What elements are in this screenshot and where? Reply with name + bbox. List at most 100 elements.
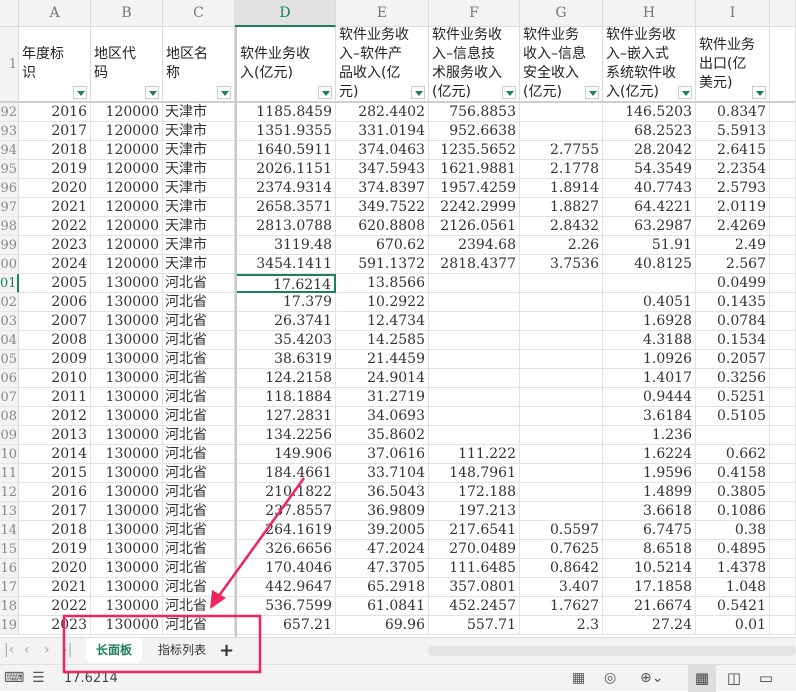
table-cell[interactable] (520, 122, 603, 141)
table-cell[interactable]: 69.96 (336, 616, 429, 635)
table-cell[interactable] (520, 464, 603, 483)
table-cell[interactable] (770, 350, 796, 369)
column-header-empty[interactable] (770, 0, 796, 27)
page-layout-view-button[interactable]: ◫ (720, 665, 748, 692)
column-header-B[interactable]: B (91, 0, 163, 27)
table-cell[interactable]: 5.5913 (696, 122, 770, 141)
table-cell[interactable]: 0.4158 (696, 464, 770, 483)
table-cell[interactable]: 0.01 (696, 616, 770, 635)
row-number[interactable]: 97 (0, 198, 19, 217)
row-number[interactable]: 96 (0, 179, 19, 198)
column-header-H[interactable]: H (603, 0, 696, 27)
table-cell[interactable]: 2.49 (696, 236, 770, 255)
table-cell[interactable]: 河北省 (163, 559, 235, 578)
table-cell[interactable]: 130000 (91, 331, 163, 350)
table-cell[interactable]: 27.24 (603, 616, 696, 635)
header-cell[interactable]: 软件业务收入–嵌入式系统软件收入(亿元) (603, 27, 696, 103)
table-cell[interactable]: 1235.5652 (429, 141, 520, 160)
table-cell[interactable]: 河北省 (163, 331, 235, 350)
table-cell[interactable]: 1957.4259 (429, 179, 520, 198)
table-cell[interactable]: 130000 (91, 426, 163, 445)
table-cell[interactable]: 2016 (19, 483, 91, 502)
table-cell[interactable] (429, 350, 520, 369)
filter-dropdown-icon[interactable] (145, 86, 159, 99)
table-cell[interactable]: 591.1372 (336, 255, 429, 274)
add-sheet-button[interactable]: + (219, 640, 234, 661)
row-number[interactable]: 12 (0, 483, 19, 502)
table-cell[interactable]: 120000 (91, 255, 163, 274)
table-cell[interactable]: 33.7104 (336, 464, 429, 483)
table-cell[interactable] (770, 103, 796, 122)
table-cell[interactable]: 天津市 (163, 103, 235, 122)
table-cell[interactable]: 35.8602 (336, 426, 429, 445)
table-cell[interactable]: 39.2005 (336, 521, 429, 540)
spreadsheet-grid[interactable]: A B C D E F G H I 1 年度标识 地区代码 地区名称 软件业务收入(亿元) 软件业务收入–软… (0, 0, 796, 637)
table-cell[interactable]: 536.7599 (235, 597, 336, 616)
last-sheet-icon[interactable]: ›| (62, 642, 72, 658)
table-cell[interactable] (520, 274, 603, 293)
row-number[interactable]: 1 (0, 27, 19, 103)
table-cell[interactable]: 河北省 (163, 274, 235, 293)
row-number[interactable]: 10 (0, 445, 19, 464)
table-cell[interactable]: 0.8642 (520, 559, 603, 578)
table-cell[interactable]: 2.8432 (520, 217, 603, 236)
row-number[interactable]: 17 (0, 578, 19, 597)
table-cell[interactable]: 2020 (19, 559, 91, 578)
table-cell[interactable]: 1640.5911 (235, 141, 336, 160)
table-cell[interactable]: 120000 (91, 160, 163, 179)
table-cell[interactable] (520, 445, 603, 464)
table-cell[interactable]: 2374.9314 (235, 179, 336, 198)
table-cell[interactable]: 21.6674 (603, 597, 696, 616)
table-cell[interactable]: 130000 (91, 521, 163, 540)
table-cell[interactable]: 0.8347 (696, 103, 770, 122)
table-cell[interactable]: 2394.68 (429, 236, 520, 255)
table-cell[interactable]: 10.2922 (336, 293, 429, 312)
table-cell[interactable]: 1.4899 (603, 483, 696, 502)
table-cell[interactable]: 17.1858 (603, 578, 696, 597)
filter-dropdown-icon[interactable] (318, 86, 332, 99)
table-cell[interactable] (520, 312, 603, 331)
table-cell[interactable]: 237.8557 (235, 502, 336, 521)
table-cell[interactable]: 1.8827 (520, 198, 603, 217)
table-cell[interactable]: 2011 (19, 388, 91, 407)
table-cell[interactable]: 2024 (19, 255, 91, 274)
filter-dropdown-icon[interactable] (678, 86, 692, 99)
table-cell[interactable] (520, 369, 603, 388)
table-cell[interactable]: 1.9596 (603, 464, 696, 483)
table-cell[interactable]: 1351.9355 (235, 122, 336, 141)
table-cell[interactable] (770, 540, 796, 559)
table-cell[interactable]: 130000 (91, 483, 163, 502)
table-cell[interactable]: 54.3549 (603, 160, 696, 179)
table-cell[interactable]: 130000 (91, 388, 163, 407)
table-cell[interactable]: 31.2719 (336, 388, 429, 407)
header-cell[interactable]: 软件业务收入–信息技术服务收入(亿元) (429, 27, 520, 103)
table-cell[interactable]: 130000 (91, 559, 163, 578)
table-cell[interactable]: 2014 (19, 445, 91, 464)
table-cell[interactable]: 河北省 (163, 464, 235, 483)
table-cell[interactable]: 130000 (91, 274, 163, 293)
table-cell[interactable]: 264.1619 (235, 521, 336, 540)
table-cell[interactable]: 0.38 (696, 521, 770, 540)
table-cell[interactable] (429, 369, 520, 388)
header-cell-empty[interactable] (770, 27, 796, 103)
table-cell[interactable]: 天津市 (163, 217, 235, 236)
table-cell[interactable]: 12.4734 (336, 312, 429, 331)
table-cell[interactable]: 2006 (19, 293, 91, 312)
table-cell[interactable]: 442.9647 (235, 578, 336, 597)
table-cell[interactable]: 120000 (91, 103, 163, 122)
table-cell[interactable]: 130000 (91, 502, 163, 521)
table-cell[interactable] (429, 274, 520, 293)
table-cell[interactable]: 2005 (19, 274, 91, 293)
table-cell[interactable]: 2007 (19, 312, 91, 331)
table-cell[interactable]: 36.9809 (336, 502, 429, 521)
filter-dropdown-icon[interactable] (502, 86, 516, 99)
row-number[interactable]: 00 (0, 255, 19, 274)
row-number[interactable]: 01 (0, 274, 19, 293)
table-cell[interactable] (770, 160, 796, 179)
table-cell[interactable]: 天津市 (163, 179, 235, 198)
sheet-tab-long-panel[interactable]: 长面板 (86, 638, 143, 663)
table-cell[interactable] (603, 274, 696, 293)
table-cell[interactable]: 120000 (91, 236, 163, 255)
table-cell[interactable]: 2818.4377 (429, 255, 520, 274)
table-cell[interactable] (429, 407, 520, 426)
